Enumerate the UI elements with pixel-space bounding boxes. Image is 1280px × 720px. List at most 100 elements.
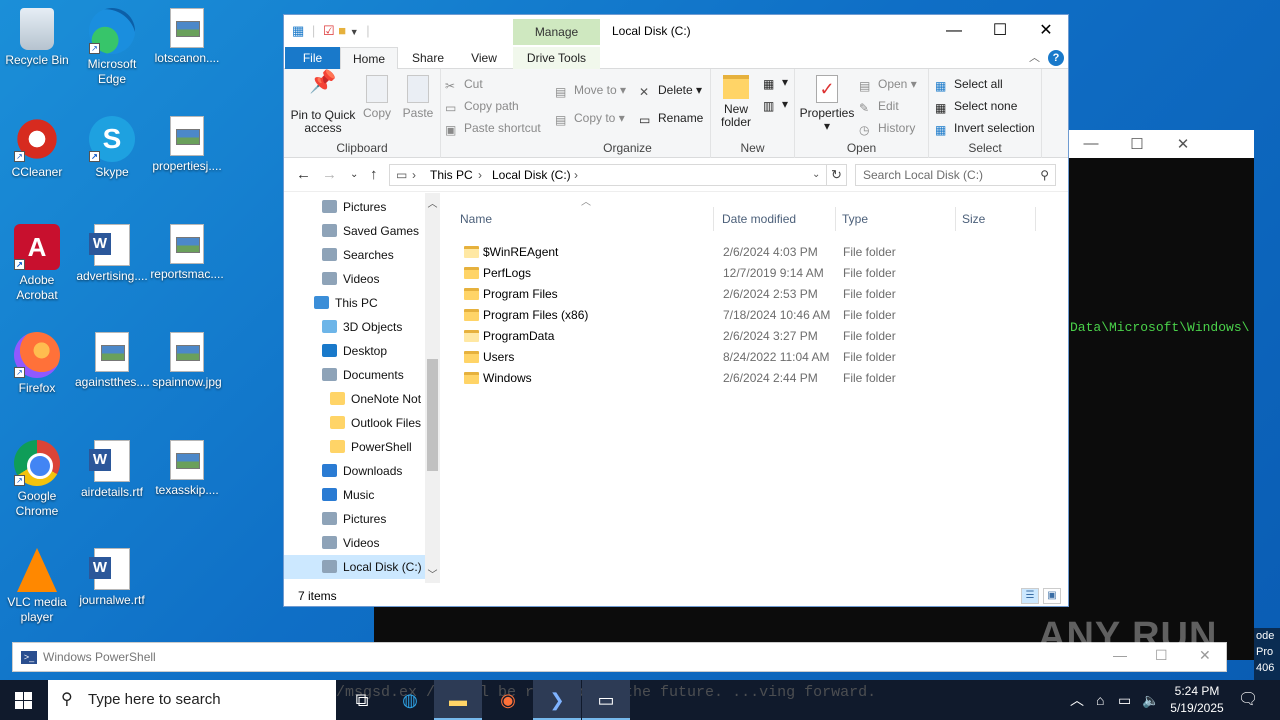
scroll-down-icon[interactable]: ﹀ (425, 566, 440, 581)
collapse-ribbon-icon[interactable]: ︿ (1029, 49, 1040, 65)
minimize-button[interactable]: — (931, 19, 977, 43)
back-arrow-icon[interactable]: ← (296, 166, 311, 183)
table-row[interactable]: PerfLogs 12/7/2019 9:14 AM File folder (454, 263, 1014, 284)
qat-dropdown-icon[interactable]: ▼ (350, 27, 359, 37)
desktop-icon-recycle-bin[interactable]: Recycle Bin (0, 8, 74, 68)
firefox-taskbar-icon[interactable]: ◉ (484, 680, 532, 720)
task-view-icon[interactable]: ⧉ (338, 680, 386, 720)
desktop-icon-file[interactable]: W advertising.... (75, 224, 149, 284)
properties-button[interactable]: ✓ Properties ▾ (799, 75, 855, 133)
nav-item[interactable]: Documents (284, 363, 425, 387)
tab-home[interactable]: Home (340, 47, 398, 70)
desktop-icon-vlc[interactable]: VLC media player (0, 548, 74, 625)
nav-item[interactable]: Videos (284, 531, 425, 555)
nav-item[interactable]: Searches (284, 243, 425, 267)
copy-to-button[interactable]: ▤ Copy to ▾ (555, 111, 625, 127)
paste-button[interactable]: Paste (400, 75, 436, 120)
table-row[interactable]: Program Files (x86) 7/18/2024 10:46 AM Fil… (454, 305, 1014, 326)
select-none-button[interactable]: ▦ Select none (935, 99, 1017, 115)
help-icon[interactable]: ? (1048, 50, 1064, 66)
select-all-button[interactable]: ▦ Select all (935, 77, 1003, 93)
desktop-icon-acrobat[interactable]: A ↗ Adobe Acrobat (0, 224, 74, 303)
edge-taskbar-icon[interactable]: ◍ (386, 680, 434, 720)
volume-icon[interactable]: 🔈 (1142, 680, 1159, 720)
manage-context-tab[interactable]: Manage (513, 19, 600, 45)
nav-item[interactable]: Videos (284, 267, 425, 291)
desktop-icon-file[interactable]: againstthes.... (75, 332, 150, 390)
open-button[interactable]: ▤ Open ▾ (859, 77, 917, 93)
delete-button[interactable]: ✕ Delete ▾ (639, 83, 702, 99)
table-row[interactable]: Windows 2/6/2024 2:44 PM File folder (454, 368, 1014, 389)
column-header-size[interactable]: Size (956, 207, 1036, 231)
column-header-date[interactable]: Date modified (716, 207, 836, 231)
clock[interactable]: 5:24 PM 5/19/2025 (1162, 683, 1232, 717)
desktop-icon-chrome[interactable]: ↗ Google Chrome (0, 440, 74, 519)
nav-item[interactable]: Pictures (284, 507, 425, 531)
notifications-icon[interactable]: 🗨 (1238, 680, 1258, 720)
nav-item[interactable]: Saved Games (284, 219, 425, 243)
desktop-icon-file[interactable]: W airdetails.rtf (75, 440, 149, 500)
nav-item[interactable]: 3D Objects (284, 315, 425, 339)
start-button[interactable] (0, 680, 48, 720)
search-input[interactable]: Search Local Disk (C:) ⚲ (855, 164, 1056, 186)
minimize-icon[interactable]: — (1068, 135, 1114, 152)
desktop-icon-file[interactable]: propertiesj.... (150, 116, 224, 174)
desktop-icon-edge[interactable]: ↗ Microsoft Edge (75, 8, 149, 87)
maximize-button[interactable]: ☐ (977, 19, 1023, 43)
desktop-icon-file[interactable]: texasskip.... (150, 440, 224, 498)
desktop-icon-skype[interactable]: S ↗ Skype (75, 116, 149, 180)
table-row[interactable]: $WinREAgent 2/6/2024 4:03 PM File folder (454, 242, 1014, 263)
powershell-taskbar-icon[interactable]: ❯ (533, 680, 581, 720)
paste-shortcut-button[interactable]: ▣ Paste shortcut (445, 121, 541, 137)
close-icon[interactable]: ✕ (1160, 135, 1206, 153)
desktop-icon-file[interactable]: lotscanon.... (150, 8, 224, 66)
history-button[interactable]: ◷ History (859, 121, 915, 137)
desktop-icon-file[interactable]: W journalwe.rtf (75, 548, 149, 608)
tab-file[interactable]: File (285, 47, 340, 69)
forward-arrow-icon[interactable]: → (322, 166, 337, 183)
show-hidden-icons-icon[interactable]: ︿ (1070, 680, 1084, 720)
edit-button[interactable]: ✎ Edit (859, 99, 899, 115)
properties-qat-icon[interactable]: ☑ (323, 23, 335, 38)
network-icon[interactable]: ▭ (1118, 680, 1131, 720)
tab-drive-tools[interactable]: Drive Tools (513, 47, 600, 69)
nav-item[interactable]: Music (284, 483, 425, 507)
refresh-button[interactable]: ↻ (827, 164, 847, 186)
nav-item[interactable]: Desktop (284, 339, 425, 363)
nav-item[interactable]: Pictures (284, 195, 425, 219)
easy-access-button[interactable]: ▥ ▾ (763, 97, 788, 113)
copy-button[interactable]: Copy (360, 75, 394, 120)
scroll-up-icon[interactable]: ︿ (425, 195, 440, 210)
file-explorer-taskbar-icon[interactable]: ▬ (434, 680, 482, 720)
tab-share[interactable]: Share (404, 47, 452, 69)
nav-item[interactable]: This PC (284, 291, 425, 315)
new-folder-qat-icon[interactable]: ■ (338, 23, 346, 38)
up-arrow-icon[interactable]: ↑ (370, 166, 378, 183)
taskbar-search[interactable]: ⚲ Type here to search (48, 680, 336, 720)
maximize-icon[interactable]: ☐ (1114, 135, 1160, 153)
scroll-thumb[interactable] (427, 359, 438, 471)
breadcrumb-this-pc[interactable]: This PC (430, 165, 473, 185)
desktop-icon-file[interactable]: reportsmac.... (150, 224, 224, 282)
tab-view[interactable]: View (460, 47, 508, 69)
cmd-taskbar-icon[interactable]: ▭ (582, 680, 630, 720)
copy-path-button[interactable]: ▭ Copy path (445, 99, 519, 115)
column-header-name[interactable]: Name (454, 207, 714, 231)
table-row[interactable]: ProgramData 2/6/2024 3:27 PM File folder (454, 326, 1014, 347)
chevron-down-icon[interactable]: ⌄ (812, 165, 820, 185)
details-view-icon[interactable]: ☰ (1021, 588, 1039, 604)
nav-item[interactable]: Local Disk (C:) (284, 555, 425, 579)
column-header-type[interactable]: Type (836, 207, 956, 231)
new-folder-button[interactable]: New folder (713, 75, 759, 129)
nav-item[interactable]: Downloads (284, 459, 425, 483)
table-row[interactable]: Users 8/24/2022 11:04 AM File folder (454, 347, 1014, 368)
desktop-icon-file[interactable]: spainnow.jpg (150, 332, 224, 390)
desktop-icon-firefox[interactable]: ↗ Firefox (0, 332, 74, 396)
recent-locations-icon[interactable]: ⌄ (350, 169, 358, 180)
close-button[interactable]: ✕ (1023, 19, 1069, 43)
rename-button[interactable]: ▭ Rename (639, 111, 703, 127)
invert-selection-button[interactable]: ▦ Invert selection (935, 121, 1035, 137)
nav-item[interactable]: Outlook Files (284, 411, 425, 435)
large-icons-view-icon[interactable]: ▣ (1043, 588, 1061, 604)
nav-item[interactable]: PowerShell (284, 435, 425, 459)
